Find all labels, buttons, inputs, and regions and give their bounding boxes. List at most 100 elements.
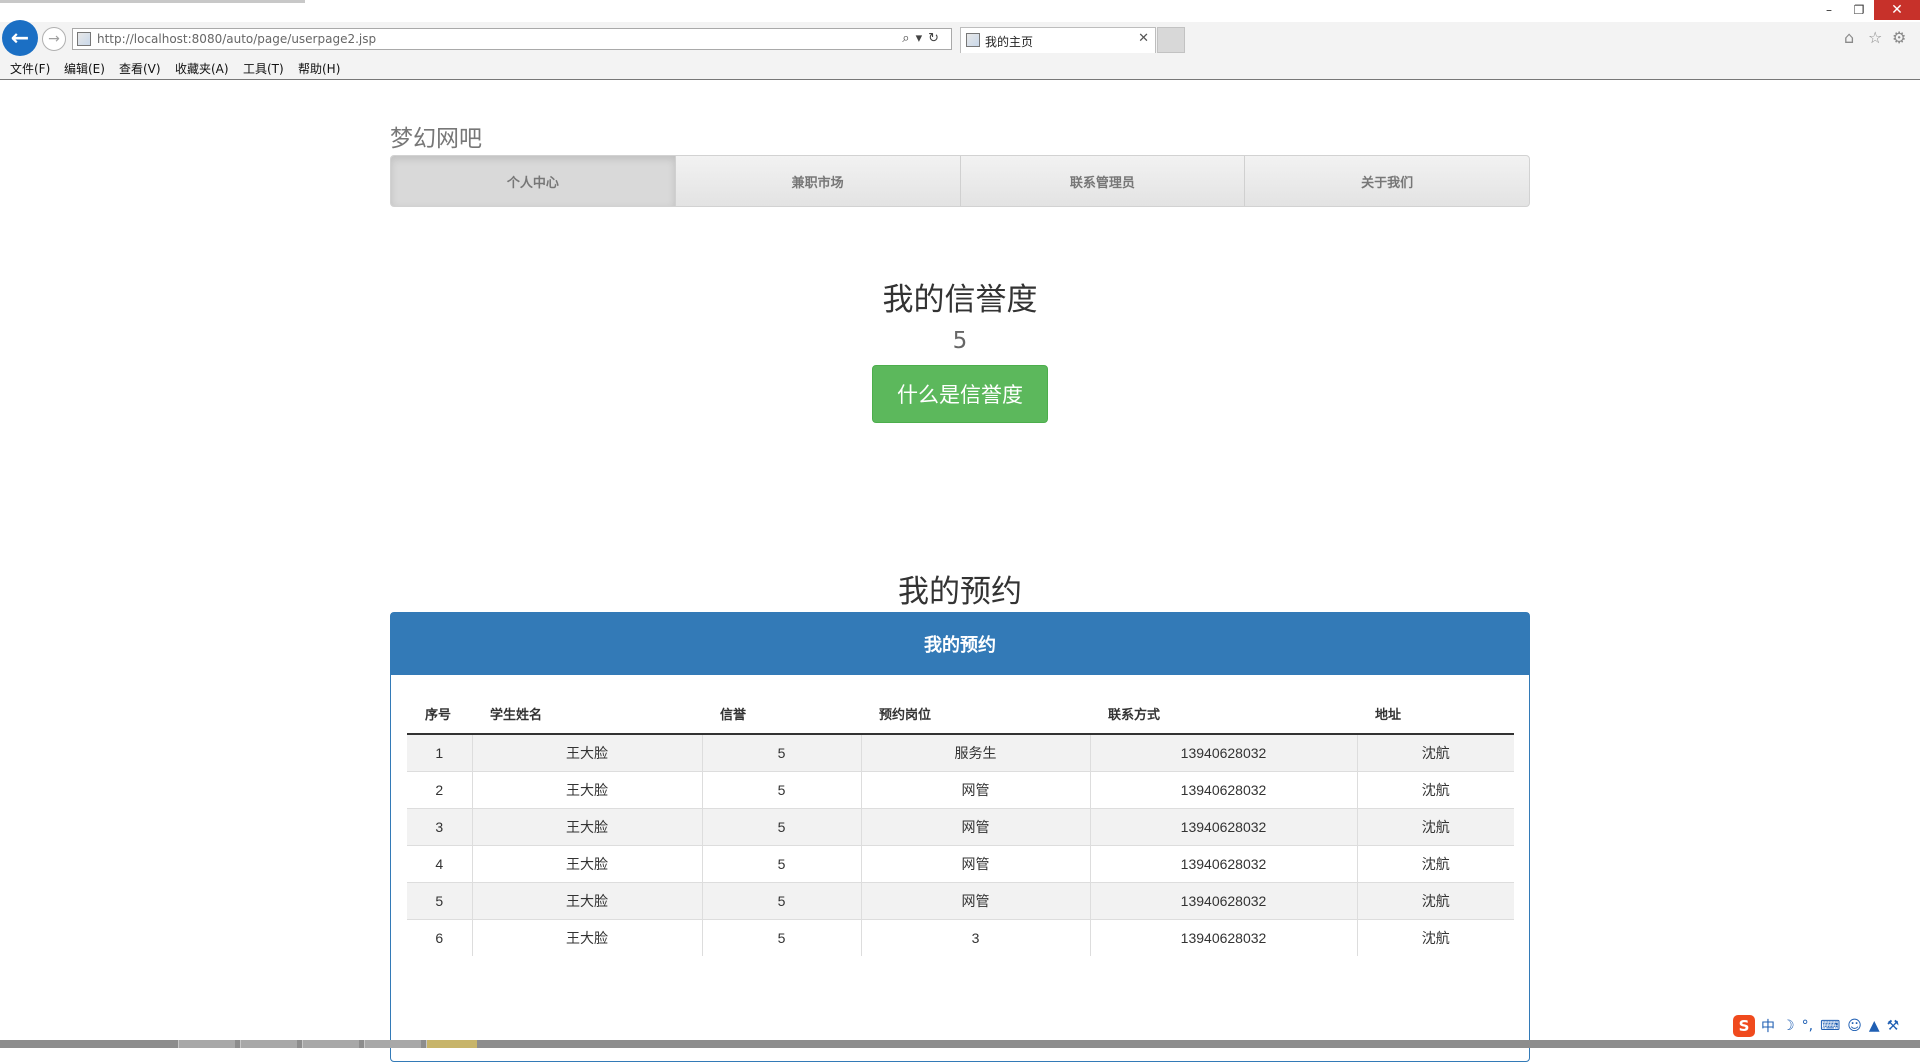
menu-edit[interactable]: 编辑(E): [64, 60, 105, 77]
shirt-icon[interactable]: ▲: [1869, 1018, 1880, 1034]
restore-button[interactable]: ❐: [1844, 0, 1874, 20]
cell-student-name: 王大脸: [471, 882, 702, 920]
menu-view[interactable]: 查看(V): [119, 60, 161, 77]
col-header-position: 预约岗位: [861, 693, 1090, 735]
cell-contact: 13940628032: [1089, 919, 1357, 956]
menu-bar: 文件(F) 编辑(E) 查看(V) 收藏夹(A) 工具(T) 帮助(H): [0, 56, 1920, 80]
tab-title: 我的主页: [985, 35, 1034, 49]
site-brand[interactable]: 梦幻网吧: [390, 119, 482, 153]
menu-favorites[interactable]: 收藏夹(A): [175, 60, 229, 77]
cell-student-name: 王大脸: [471, 845, 702, 883]
cell-address: 沈航: [1356, 882, 1514, 920]
nav-about-us[interactable]: 关于我们: [1244, 156, 1529, 206]
tab-page-icon: [966, 33, 980, 47]
cell-contact: 13940628032: [1089, 733, 1357, 772]
cell-student-name: 王大脸: [471, 808, 702, 846]
moon-icon[interactable]: ☽: [1782, 1018, 1795, 1034]
table-row: 6 王大脸 5 3 13940628032 沈航: [407, 919, 1514, 956]
table-row: 2 王大脸 5 网管 13940628032 沈航: [407, 771, 1514, 809]
sogou-logo-icon[interactable]: S: [1733, 1015, 1755, 1037]
nav-contact-admin[interactable]: 联系管理员: [959, 156, 1245, 206]
cell-contact: 13940628032: [1089, 808, 1357, 846]
credit-title: 我的信誉度: [882, 282, 1038, 318]
nav-parttime-market[interactable]: 兼职市场: [674, 156, 960, 206]
menu-tools[interactable]: 工具(T): [243, 60, 284, 77]
star-icon[interactable]: ☆: [1868, 28, 1882, 47]
cell-index: 3: [407, 808, 472, 846]
minimize-button[interactable]: –: [1814, 0, 1844, 20]
address-bar[interactable]: http://localhost:8080/auto/page/userpage…: [72, 28, 952, 50]
browser-chrome: – ❐ ✕ ← → http://localhost:8080/auto/pag…: [0, 0, 1920, 80]
ime-mode-indicator[interactable]: 中: [1761, 1016, 1775, 1036]
table-row: 3 王大脸 5 网管 13940628032 沈航: [407, 808, 1514, 846]
ime-toolbar[interactable]: S 中 ☽ °, ⌨ ☺ ▲ ⚒: [1733, 1014, 1906, 1038]
col-header-address: 地址: [1357, 693, 1514, 735]
cell-credit: 5: [701, 919, 861, 956]
cell-index: 2: [407, 771, 472, 809]
back-arrow-icon: ←: [10, 25, 30, 51]
page-icon: [77, 32, 91, 46]
home-icon[interactable]: ⌂: [1844, 28, 1854, 47]
cell-credit: 5: [701, 733, 861, 772]
tab-close-icon[interactable]: ✕: [1138, 31, 1149, 46]
cell-position: 网管: [860, 808, 1090, 846]
browser-tab[interactable]: 我的主页 ✕: [960, 27, 1156, 53]
col-header-credit: 信誉: [702, 693, 861, 735]
wrench-icon[interactable]: ⚒: [1887, 1018, 1900, 1034]
col-header-contact: 联系方式: [1090, 693, 1357, 735]
title-ghost-bar: [0, 0, 305, 3]
cell-position: 服务生: [860, 733, 1090, 772]
main-navbar: 个人中心 兼职市场 联系管理员 关于我们: [390, 155, 1530, 207]
cell-position: 3: [860, 919, 1090, 956]
cell-credit: 5: [701, 771, 861, 809]
cell-credit: 5: [701, 882, 861, 920]
cell-credit: 5: [701, 808, 861, 846]
keyboard-icon[interactable]: ⌨: [1820, 1018, 1840, 1034]
title-strip: – ❐ ✕: [0, 0, 1920, 22]
search-icon[interactable]: ⌕: [902, 31, 915, 46]
cell-contact: 13940628032: [1089, 882, 1357, 920]
refresh-icon[interactable]: ↻: [928, 31, 945, 46]
cell-address: 沈航: [1356, 808, 1514, 846]
taskbar-button[interactable]: [178, 1040, 235, 1048]
table-header-row: 序号 学生姓名 信誉 预约岗位 联系方式 地址: [407, 693, 1514, 735]
nav-personal-center[interactable]: 个人中心: [391, 156, 675, 206]
taskbar-button[interactable]: [240, 1040, 297, 1048]
cell-address: 沈航: [1356, 845, 1514, 883]
menu-help[interactable]: 帮助(H): [298, 60, 340, 77]
cell-student-name: 王大脸: [471, 771, 702, 809]
dropdown-icon[interactable]: ▾: [916, 31, 929, 46]
cell-student-name: 王大脸: [471, 733, 702, 772]
cell-address: 沈航: [1356, 771, 1514, 809]
menu-file[interactable]: 文件(F): [10, 60, 50, 77]
reservations-table: 序号 学生姓名 信誉 预约岗位 联系方式 地址 1 王大脸 5 服务生 1394…: [407, 693, 1514, 956]
back-button[interactable]: ←: [2, 20, 38, 56]
cell-contact: 13940628032: [1089, 771, 1357, 809]
credit-value: 5: [952, 328, 968, 354]
gear-icon[interactable]: ⚙: [1892, 28, 1906, 47]
col-header-index: 序号: [407, 693, 472, 735]
address-bar-actions: ⌕▾↻: [902, 31, 945, 46]
cell-position: 网管: [860, 882, 1090, 920]
cell-index: 5: [407, 882, 472, 920]
taskbar-button[interactable]: [364, 1040, 421, 1048]
new-tab-button[interactable]: [1157, 27, 1185, 53]
cell-position: 网管: [860, 771, 1090, 809]
cell-student-name: 王大脸: [471, 919, 702, 956]
cell-position: 网管: [860, 845, 1090, 883]
taskbar-button[interactable]: [302, 1040, 359, 1048]
cell-credit: 5: [701, 845, 861, 883]
forward-button[interactable]: →: [42, 27, 66, 51]
user-icon[interactable]: ☺: [1847, 1018, 1862, 1034]
cell-index: 4: [407, 845, 472, 883]
table-row: 5 王大脸 5 网管 13940628032 沈航: [407, 882, 1514, 920]
close-window-button[interactable]: ✕: [1874, 0, 1920, 20]
punctuation-icon[interactable]: °,: [1802, 1018, 1813, 1034]
col-header-student-name: 学生姓名: [472, 693, 702, 735]
address-url[interactable]: http://localhost:8080/auto/page/userpage…: [97, 32, 376, 46]
forward-arrow-icon: →: [48, 31, 60, 47]
panel-heading: 我的预约: [391, 613, 1529, 675]
taskbar-button-active[interactable]: [426, 1040, 477, 1048]
cell-index: 6: [407, 919, 472, 956]
what-is-credit-button[interactable]: 什么是信誉度: [872, 365, 1048, 423]
